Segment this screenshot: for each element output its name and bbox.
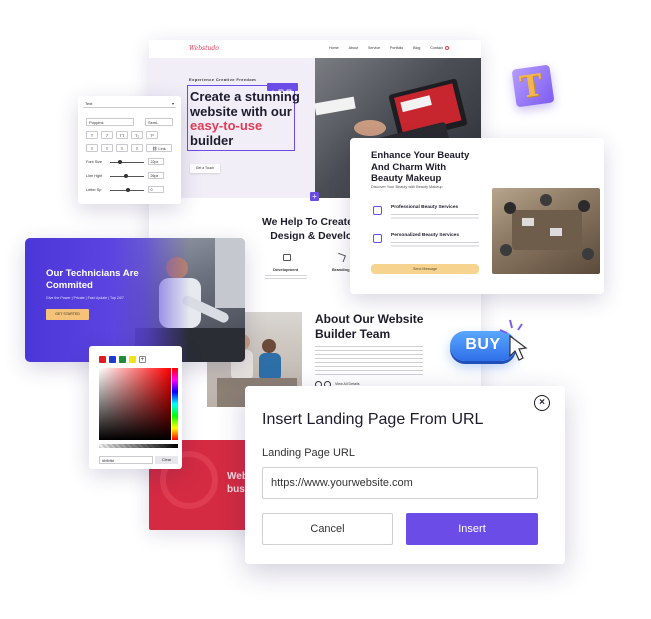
feature-development-label: Development [273, 267, 299, 272]
nav-link-blog[interactable]: Blog [413, 46, 420, 50]
font-size-slider[interactable] [110, 162, 144, 163]
hero-heading-highlight: easy-to-use [190, 118, 263, 133]
clear-color-button[interactable]: Clear [155, 456, 178, 464]
color-picker-panel: + #bfbfbf Clear [89, 346, 182, 469]
nav-link-contact[interactable]: Contact [430, 46, 442, 50]
nav-link-service[interactable]: Service [368, 46, 380, 50]
send-icon [336, 252, 346, 263]
text-tool-t-icon: T [511, 64, 555, 108]
service-item-2-title: Personalized Beauty Services [391, 233, 459, 238]
link-button[interactable]: ⛓ Link [146, 144, 172, 152]
dialog-title: Insert Landing Page From URL [262, 411, 484, 428]
element-type-select[interactable]: Text ▾ [83, 100, 176, 108]
swatch-blue[interactable] [109, 356, 116, 363]
italic-button[interactable]: T [101, 131, 113, 139]
service-item-2-text [391, 242, 479, 249]
align-center-button[interactable]: ≡ [101, 144, 113, 152]
letter-spacing-slider-handle[interactable] [126, 188, 130, 192]
swatch-yellow[interactable] [129, 356, 136, 363]
search-icon[interactable] [445, 46, 449, 50]
font-weight-select[interactable]: Semi- [145, 118, 173, 126]
monitor-icon [283, 254, 291, 261]
hero-tagline: Experience Creative Freedom [189, 77, 257, 82]
alpha-slider[interactable] [99, 444, 178, 448]
send-message-button[interactable]: Send Message [371, 264, 479, 274]
font-size-value[interactable]: 22px [148, 158, 164, 165]
meeting-illustration [500, 194, 594, 260]
feature-branding-label: Branding [332, 267, 350, 272]
calendar-icon [373, 234, 382, 243]
nav-link-portfolio[interactable]: Portfolio [390, 46, 403, 50]
beauty-heading: Enhance Your Beauty And Charm With Beaut… [371, 150, 470, 184]
line-height-label: Line Hght [86, 174, 103, 178]
font-family-select[interactable]: Poppins [86, 118, 134, 126]
hero-cta-button[interactable]: Get a Touch [190, 164, 220, 173]
get-started-button[interactable]: GET STARTED [46, 309, 89, 320]
technicians-heading: Our Technicians Are Commited [46, 268, 139, 291]
letter-spacing-value[interactable]: 0 [148, 186, 164, 193]
align-justify-button[interactable]: ≡ [131, 144, 143, 152]
hex-color-input[interactable]: #bfbfbf [99, 456, 153, 464]
phone-icon [373, 206, 382, 215]
font-size-label: Font Size [86, 160, 103, 164]
align-right-button[interactable]: ≡ [116, 144, 128, 152]
line-height-slider-handle[interactable] [124, 174, 128, 178]
technicians-subtitle: Give the Power | Private | Fast Update |… [46, 296, 124, 300]
swatch-red[interactable] [99, 356, 106, 363]
meeting-table-photo [492, 188, 600, 274]
saturation-value-area[interactable] [99, 368, 171, 440]
letter-spacing-label: Letter Sp [86, 188, 102, 192]
technicians-banner-card: Our Technicians Are Commited Give the Po… [25, 238, 245, 362]
add-section-plus-icon[interactable]: + [310, 192, 319, 201]
nav-link-about[interactable]: About [349, 46, 358, 50]
feature-development-text [265, 275, 307, 281]
add-swatch-plus-icon[interactable]: + [139, 356, 146, 363]
link-icon: ⛓ [152, 146, 158, 151]
about-paragraph [315, 346, 423, 376]
hue-slider[interactable] [172, 368, 178, 440]
insert-button[interactable]: Insert [406, 513, 538, 545]
uppercase-button[interactable]: TT [116, 131, 128, 139]
subscript-button[interactable]: T₂ [131, 131, 143, 139]
close-icon[interactable]: × [534, 395, 550, 411]
site-nav-links: Home About Service Portfolio Blog Contac… [329, 46, 443, 50]
font-size-slider-handle[interactable] [118, 160, 122, 164]
nav-link-home[interactable]: Home [329, 46, 339, 50]
dropdown-arrow-icon: ▾ [171, 101, 174, 106]
service-item-1-title: Professional Beauty Services [391, 205, 459, 210]
superscript-button[interactable]: T² [146, 131, 158, 139]
bold-button[interactable]: T [86, 131, 98, 139]
beauty-subtitle: Discover Your Beauty with Beauty Makeup [371, 185, 443, 189]
landing-page-url-input[interactable] [262, 467, 538, 499]
hero-heading[interactable]: Create a stunning website with our easy-… [190, 89, 300, 148]
url-field-label: Landing Page URL [262, 447, 355, 459]
beauty-makeup-card: Enhance Your Beauty And Charm With Beaut… [350, 138, 604, 294]
service-item-1-text [391, 214, 479, 221]
technician-gradient-overlay [25, 238, 245, 362]
site-logo[interactable]: Webstudo [189, 45, 219, 52]
line-height-value[interactable]: 26px [148, 172, 164, 179]
insert-landing-page-dialog: Insert Landing Page From URL × Landing P… [245, 386, 565, 564]
swatch-green[interactable] [119, 356, 126, 363]
text-properties-panel: Text ▾ Poppins Semi- T T TT T₂ T² ≡ ≡ ≡ … [78, 96, 181, 204]
about-heading: About Our Website Builder Team [315, 312, 424, 341]
cursor-click-icon [499, 319, 528, 361]
align-left-button[interactable]: ≡ [86, 144, 98, 152]
cancel-button[interactable]: Cancel [262, 513, 393, 545]
